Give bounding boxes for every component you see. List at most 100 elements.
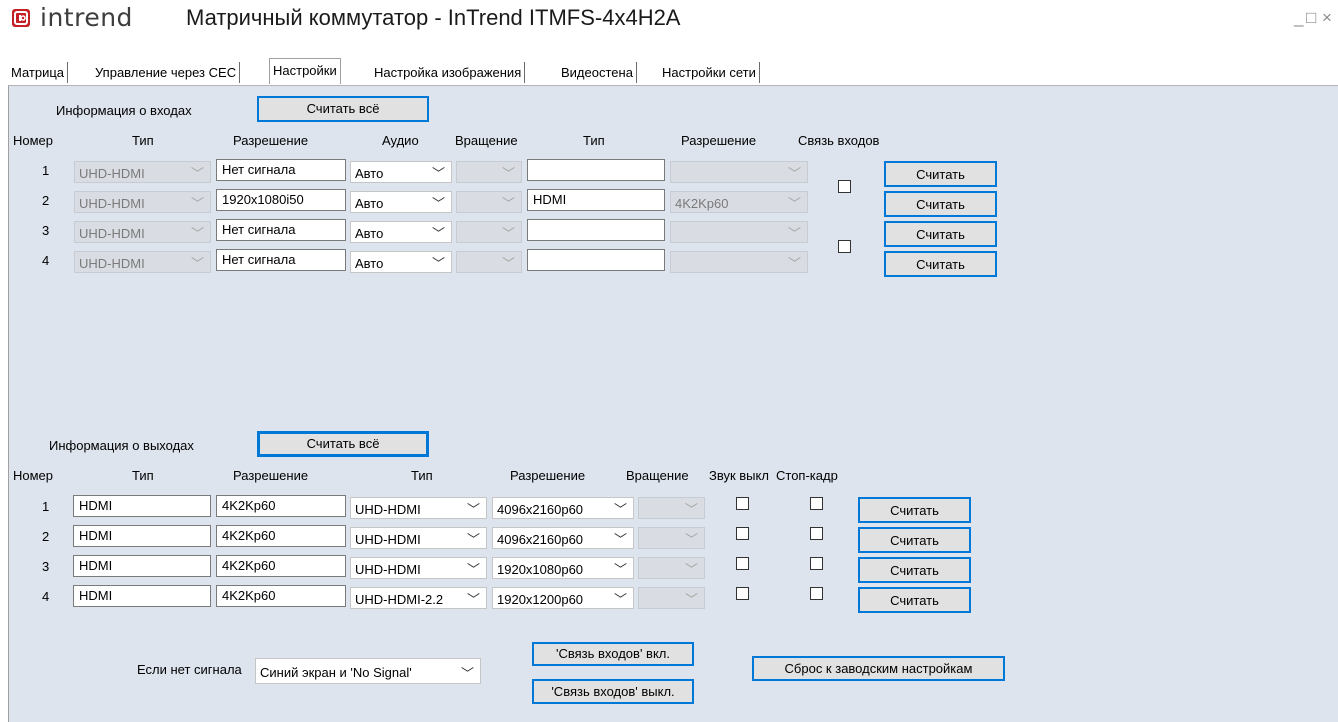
chevron-down-icon: ﹀ xyxy=(466,502,480,517)
output-row-number: 2 xyxy=(42,529,50,544)
input-signal-type-field xyxy=(527,159,665,181)
output-type-select[interactable]: UHD-HDMI ﹀ xyxy=(350,557,487,579)
no-signal-select[interactable]: Синий экран и 'No Signal' ﹀ xyxy=(255,658,481,684)
outputs-read-all-button[interactable]: Считать всё xyxy=(257,431,429,457)
input-rotation-select: ﹀ xyxy=(456,191,522,213)
inputs-header-type: Тип xyxy=(132,133,154,148)
tab-cec-control[interactable]: Управление через CEC xyxy=(92,62,241,83)
tab-matrix[interactable]: Матрица xyxy=(8,62,69,83)
chevron-down-icon: ﹀ xyxy=(787,256,801,271)
input-resolution-field: Нет сигнала xyxy=(216,159,346,181)
input-type-select: UHD-HDMI ﹀ xyxy=(74,191,211,213)
input-read-button[interactable]: Считать xyxy=(884,191,997,217)
outputs-header-number: Номер xyxy=(13,468,54,483)
outputs-header-out-resolution: Разрешение xyxy=(510,468,586,483)
input-rotation-select: ﹀ xyxy=(456,221,522,243)
chevron-down-icon: ﹀ xyxy=(501,166,515,181)
output-mute-checkbox[interactable] xyxy=(736,587,749,600)
input-audio-select[interactable]: Авто ﹀ xyxy=(350,221,452,243)
chevron-down-icon: ﹀ xyxy=(501,256,515,271)
input-signal-type-field: HDMI xyxy=(527,189,665,211)
inputs-header-link: Связь входов xyxy=(798,133,880,148)
window-title: Матричный коммутатор - InTrend ITMFS-4x4… xyxy=(186,5,681,30)
input-audio-select[interactable]: Авто ﹀ xyxy=(350,161,452,183)
input-read-button[interactable]: Считать xyxy=(884,221,997,247)
tab-settings[interactable]: Настройки xyxy=(269,58,341,84)
input-rotation-select: ﹀ xyxy=(456,251,522,273)
tab-network-settings[interactable]: Настройки сети xyxy=(659,62,760,83)
output-freeze-checkbox[interactable] xyxy=(810,497,823,510)
input-link-checkbox-3-4[interactable] xyxy=(838,240,851,253)
chevron-down-icon: ﹀ xyxy=(787,226,801,241)
output-resolution-field: 4K2Kp60 xyxy=(216,585,346,607)
input-read-button[interactable]: Считать xyxy=(884,251,997,277)
inputs-read-all-button[interactable]: Считать всё xyxy=(257,96,429,122)
chevron-down-icon: ﹀ xyxy=(501,226,515,241)
inputs-header-signal-resolution: Разрешение xyxy=(681,133,757,148)
output-read-button[interactable]: Считать xyxy=(858,557,971,583)
output-type-select[interactable]: UHD-HDMI ﹀ xyxy=(350,497,487,519)
chevron-down-icon: ﹀ xyxy=(431,196,445,211)
output-mute-checkbox[interactable] xyxy=(736,557,749,570)
input-row-number: 1 xyxy=(42,163,50,178)
outputs-header-mute: Звук выкл xyxy=(709,468,769,483)
output-type-select[interactable]: UHD-HDMI ﹀ xyxy=(350,527,487,549)
input-rotation-select: ﹀ xyxy=(456,161,522,183)
chevron-down-icon: ﹀ xyxy=(613,592,627,607)
link-inputs-off-button[interactable]: 'Связь входов' выкл. xyxy=(532,679,694,704)
output-freeze-checkbox[interactable] xyxy=(810,527,823,540)
inputs-header-rotation: Вращение xyxy=(455,133,518,148)
output-resolution-select[interactable]: 4096x2160p60 ﹀ xyxy=(492,527,634,549)
maximize-icon[interactable]: □ xyxy=(1306,8,1316,28)
input-audio-select[interactable]: Авто ﹀ xyxy=(350,191,452,213)
minimize-icon[interactable]: _ xyxy=(1294,8,1303,28)
chevron-down-icon: ﹀ xyxy=(684,502,698,517)
output-read-button[interactable]: Считать xyxy=(858,497,971,523)
inputs-header-audio: Аудио xyxy=(382,133,419,148)
output-mute-checkbox[interactable] xyxy=(736,527,749,540)
brand-name: intrend xyxy=(40,3,133,32)
chevron-down-icon: ﹀ xyxy=(431,226,445,241)
input-row-number: 2 xyxy=(42,193,50,208)
output-freeze-checkbox[interactable] xyxy=(810,557,823,570)
input-signal-type-field xyxy=(527,249,665,271)
output-resolution-select[interactable]: 4096x2160p60 ﹀ xyxy=(492,497,634,519)
output-resolution-field: 4K2Kp60 xyxy=(216,555,346,577)
factory-reset-button[interactable]: Сброс к заводским настройкам xyxy=(752,656,1005,681)
chevron-down-icon: ﹀ xyxy=(431,166,445,181)
input-link-checkbox-1-2[interactable] xyxy=(838,180,851,193)
output-read-button[interactable]: Считать xyxy=(858,587,971,613)
output-rotation-select: ﹀ xyxy=(638,497,705,519)
tab-videowall[interactable]: Видеостена xyxy=(558,62,637,83)
tab-image-settings[interactable]: Настройка изображения xyxy=(371,62,526,83)
chevron-down-icon: ﹀ xyxy=(466,562,480,577)
chevron-down-icon: ﹀ xyxy=(466,592,480,607)
output-mute-checkbox[interactable] xyxy=(736,497,749,510)
output-resolution-select[interactable]: 1920x1080p60 ﹀ xyxy=(492,557,634,579)
input-audio-select[interactable]: Авто ﹀ xyxy=(350,251,452,273)
output-type-field: HDMI xyxy=(73,555,211,577)
output-rotation-select: ﹀ xyxy=(638,527,705,549)
output-type-select[interactable]: UHD-HDMI-2.2 ﹀ xyxy=(350,587,487,609)
input-resolution-field: Нет сигнала xyxy=(216,219,346,241)
output-read-button[interactable]: Считать xyxy=(858,527,971,553)
input-read-button[interactable]: Считать xyxy=(884,161,997,187)
chevron-down-icon: ﹀ xyxy=(613,502,627,517)
chevron-down-icon: ﹀ xyxy=(190,196,204,211)
settings-panel: Информация о входах Считать всё Номер Ти… xyxy=(8,85,1338,722)
inputs-section-label: Информация о входах xyxy=(56,103,192,118)
output-resolution-select[interactable]: 1920x1200p60 ﹀ xyxy=(492,587,634,609)
output-rotation-select: ﹀ xyxy=(638,587,705,609)
chevron-down-icon: ﹀ xyxy=(787,166,801,181)
chevron-down-icon: ﹀ xyxy=(787,196,801,211)
outputs-header-resolution: Разрешение xyxy=(233,468,309,483)
input-signal-type-field xyxy=(527,219,665,241)
input-signal-resolution-select: ﹀ xyxy=(670,161,808,183)
link-inputs-on-button[interactable]: 'Связь входов' вкл. xyxy=(532,642,694,666)
input-signal-resolution-select: ﹀ xyxy=(670,221,808,243)
close-icon[interactable]: × xyxy=(1322,8,1332,28)
output-freeze-checkbox[interactable] xyxy=(810,587,823,600)
chevron-down-icon: ﹀ xyxy=(613,562,627,577)
inputs-header-number: Номер xyxy=(13,133,54,148)
chevron-down-icon: ﹀ xyxy=(684,592,698,607)
